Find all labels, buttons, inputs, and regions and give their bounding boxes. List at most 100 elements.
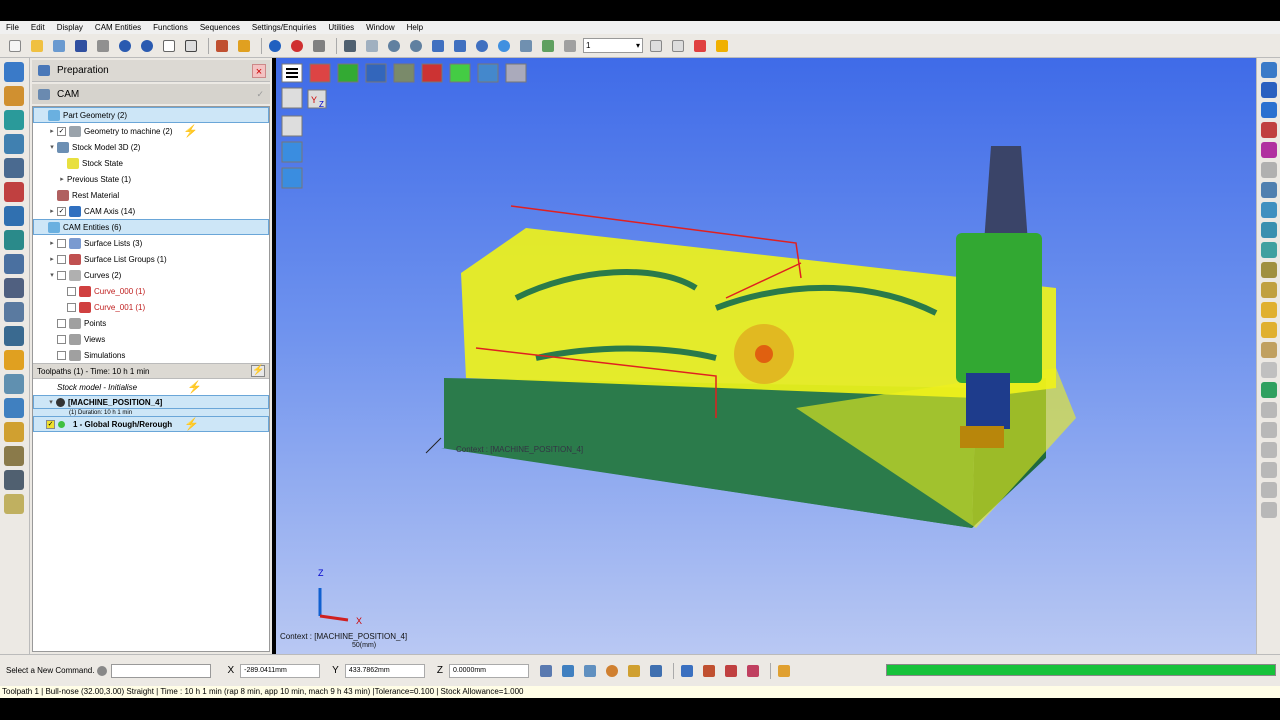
cam-section[interactable]: CAM ✓: [32, 84, 270, 104]
machine-position-row[interactable]: ▾ [MACHINE_POSITION_4]: [33, 395, 269, 409]
grey-icon[interactable]: [1261, 462, 1277, 478]
grey-icon[interactable]: [1261, 442, 1277, 458]
workplane-mode-icon[interactable]: [581, 662, 599, 679]
menu-item-utilities[interactable]: Utilities: [328, 23, 354, 32]
machine-tool-icon[interactable]: [700, 662, 718, 679]
menu-item-settings-enquiries[interactable]: Settings/Enquiries: [252, 23, 316, 32]
tree-item[interactable]: Views: [33, 331, 269, 347]
refresh-icon[interactable]: [603, 662, 621, 679]
collapse-icon[interactable]: ▾: [47, 271, 57, 279]
rotate-icon[interactable]: [451, 37, 469, 54]
tree-checkbox[interactable]: [57, 254, 66, 264]
view-iso-icon[interactable]: [309, 63, 331, 83]
tree-checkbox[interactable]: [67, 286, 76, 296]
edit-icon[interactable]: [50, 37, 68, 54]
tree-item[interactable]: ▸ Surface List Groups (1): [33, 251, 269, 267]
tree-checkbox[interactable]: [57, 238, 66, 248]
section-icon[interactable]: [1261, 202, 1277, 218]
shaded-icon[interactable]: [281, 115, 303, 137]
blue-cube-icon[interactable]: [1261, 82, 1277, 98]
menu-item-edit[interactable]: Edit: [31, 23, 45, 32]
expand-icon[interactable]: ▸: [57, 175, 67, 183]
new-file-icon[interactable]: [6, 37, 24, 54]
tree-checkbox[interactable]: [57, 270, 66, 280]
tree-item[interactable]: Curve_000 (1): [33, 283, 269, 299]
menu-item-window[interactable]: Window: [366, 23, 394, 32]
leadin-icon[interactable]: [4, 302, 24, 322]
tree-checkbox[interactable]: ✓: [57, 126, 66, 136]
fit-icon[interactable]: [495, 37, 513, 54]
grey-icon[interactable]: [1261, 422, 1277, 438]
view-front-icon[interactable]: [365, 63, 387, 83]
redo-icon[interactable]: [138, 37, 156, 54]
pin-icon[interactable]: [713, 37, 731, 54]
menu-item-cam-entities[interactable]: CAM Entities: [95, 23, 141, 32]
tree-item[interactable]: Rest Material: [33, 187, 269, 203]
grid-icon[interactable]: [160, 37, 178, 54]
toolpath-row[interactable]: ✓ 1 - Global Rough/Rerough ⚡: [33, 416, 269, 432]
tip-view-icon[interactable]: [1261, 282, 1277, 298]
view-top-icon[interactable]: [337, 63, 359, 83]
expand-icon[interactable]: ▸: [47, 255, 57, 263]
x-coordinate[interactable]: -289.0411mm: [240, 663, 321, 678]
help-icon[interactable]: [691, 37, 709, 54]
toolpaths-header[interactable]: Toolpaths (1) - Time: 10 h 1 min ⚡: [33, 363, 269, 379]
tree-item[interactable]: Part Geometry (2): [33, 107, 269, 123]
tree-item[interactable]: Simulations: [33, 347, 269, 363]
red-cube-icon[interactable]: [1261, 122, 1277, 138]
edge-icon[interactable]: [1261, 182, 1277, 198]
camera-icon[interactable]: [310, 37, 328, 54]
grey-icon[interactable]: [1261, 402, 1277, 418]
shade-icon[interactable]: [288, 37, 306, 54]
view-zoom-icon[interactable]: [505, 63, 527, 83]
menu-item-help[interactable]: Help: [407, 23, 423, 32]
tree-item[interactable]: ▸ Surface Lists (3): [33, 235, 269, 251]
menu-item-functions[interactable]: Functions: [153, 23, 188, 32]
draw-icon[interactable]: [625, 662, 643, 679]
tree-checkbox[interactable]: [67, 302, 76, 312]
calculate-icon[interactable]: ⚡: [251, 365, 265, 377]
report-icon[interactable]: [4, 398, 24, 418]
small-button-icon[interactable]: [647, 37, 665, 54]
tree-checkbox[interactable]: [57, 350, 66, 360]
drill-icon[interactable]: [4, 278, 24, 298]
view-right-icon[interactable]: [421, 63, 443, 83]
tree-checkbox[interactable]: ✓: [57, 206, 66, 216]
tree-checkbox[interactable]: [57, 318, 66, 328]
block-icon[interactable]: [4, 134, 24, 154]
menu-item-display[interactable]: Display: [57, 23, 83, 32]
tree-item[interactable]: ▾ Curves (2): [33, 267, 269, 283]
close-icon[interactable]: ×: [252, 63, 266, 78]
window-icon[interactable]: [363, 37, 381, 54]
pattern-icon[interactable]: [4, 182, 24, 202]
simulate-icon[interactable]: [4, 350, 24, 370]
machine-icon[interactable]: [4, 254, 24, 274]
holder-view-icon[interactable]: [1261, 242, 1277, 258]
strategy-icon[interactable]: [4, 62, 24, 82]
toolpath-checkbox[interactable]: ✓: [46, 419, 55, 429]
path-view-icon[interactable]: [1261, 322, 1277, 338]
snap-icon[interactable]: [559, 662, 577, 679]
layers-icon[interactable]: [341, 37, 359, 54]
link-view-icon[interactable]: [1261, 342, 1277, 358]
stock-initialise-row[interactable]: Stock model - Initialise ⚡: [33, 379, 269, 395]
list-icon[interactable]: [561, 37, 579, 54]
view-bottom-icon[interactable]: [477, 63, 499, 83]
calc-icon[interactable]: [647, 662, 665, 679]
pan-icon[interactable]: [429, 37, 447, 54]
boundary-icon[interactable]: [4, 110, 24, 130]
frame-icon[interactable]: [182, 37, 200, 54]
stock-icon[interactable]: [4, 158, 24, 178]
solid-icon[interactable]: [281, 141, 303, 163]
view-cube-icon[interactable]: [1261, 62, 1277, 78]
view-side-icon[interactable]: [393, 63, 415, 83]
small-button-icon[interactable]: [669, 37, 687, 54]
shading-icon[interactable]: [1261, 382, 1277, 398]
drill-view-icon[interactable]: [1261, 262, 1277, 278]
verify-icon[interactable]: [4, 326, 24, 346]
material-icon[interactable]: [4, 470, 24, 490]
expand-icon[interactable]: ▸: [47, 207, 57, 215]
command-input[interactable]: [111, 663, 212, 678]
view-left-icon[interactable]: [449, 63, 471, 83]
wireframe-icon[interactable]: [281, 87, 303, 109]
